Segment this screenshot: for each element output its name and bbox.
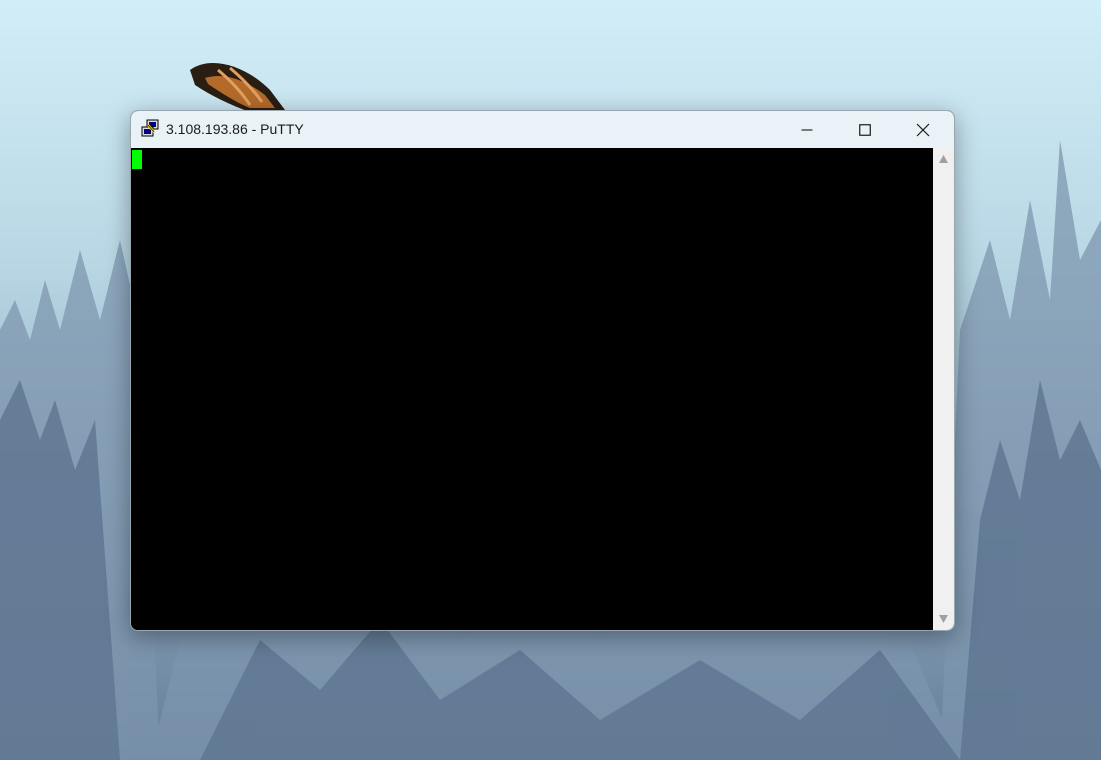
minimize-button[interactable] [778,111,836,148]
window-title: 3.108.193.86 - PuTTY [166,121,304,137]
vertical-scrollbar[interactable] [933,148,954,630]
terminal-cursor [132,150,142,169]
maximize-button[interactable] [836,111,894,148]
desktop: 3.108.193.86 - PuTTY [0,0,1101,760]
title-bar[interactable]: 3.108.193.86 - PuTTY [131,111,954,148]
putty-icon [141,119,159,137]
close-button[interactable] [894,111,952,148]
scroll-down-arrow-icon[interactable] [938,614,949,624]
putty-window: 3.108.193.86 - PuTTY [130,110,955,631]
close-icon [916,123,930,136]
maximize-icon [859,123,871,136]
scroll-up-arrow-icon[interactable] [938,154,949,164]
terminal-area[interactable] [131,148,933,630]
minimize-icon [801,128,813,131]
